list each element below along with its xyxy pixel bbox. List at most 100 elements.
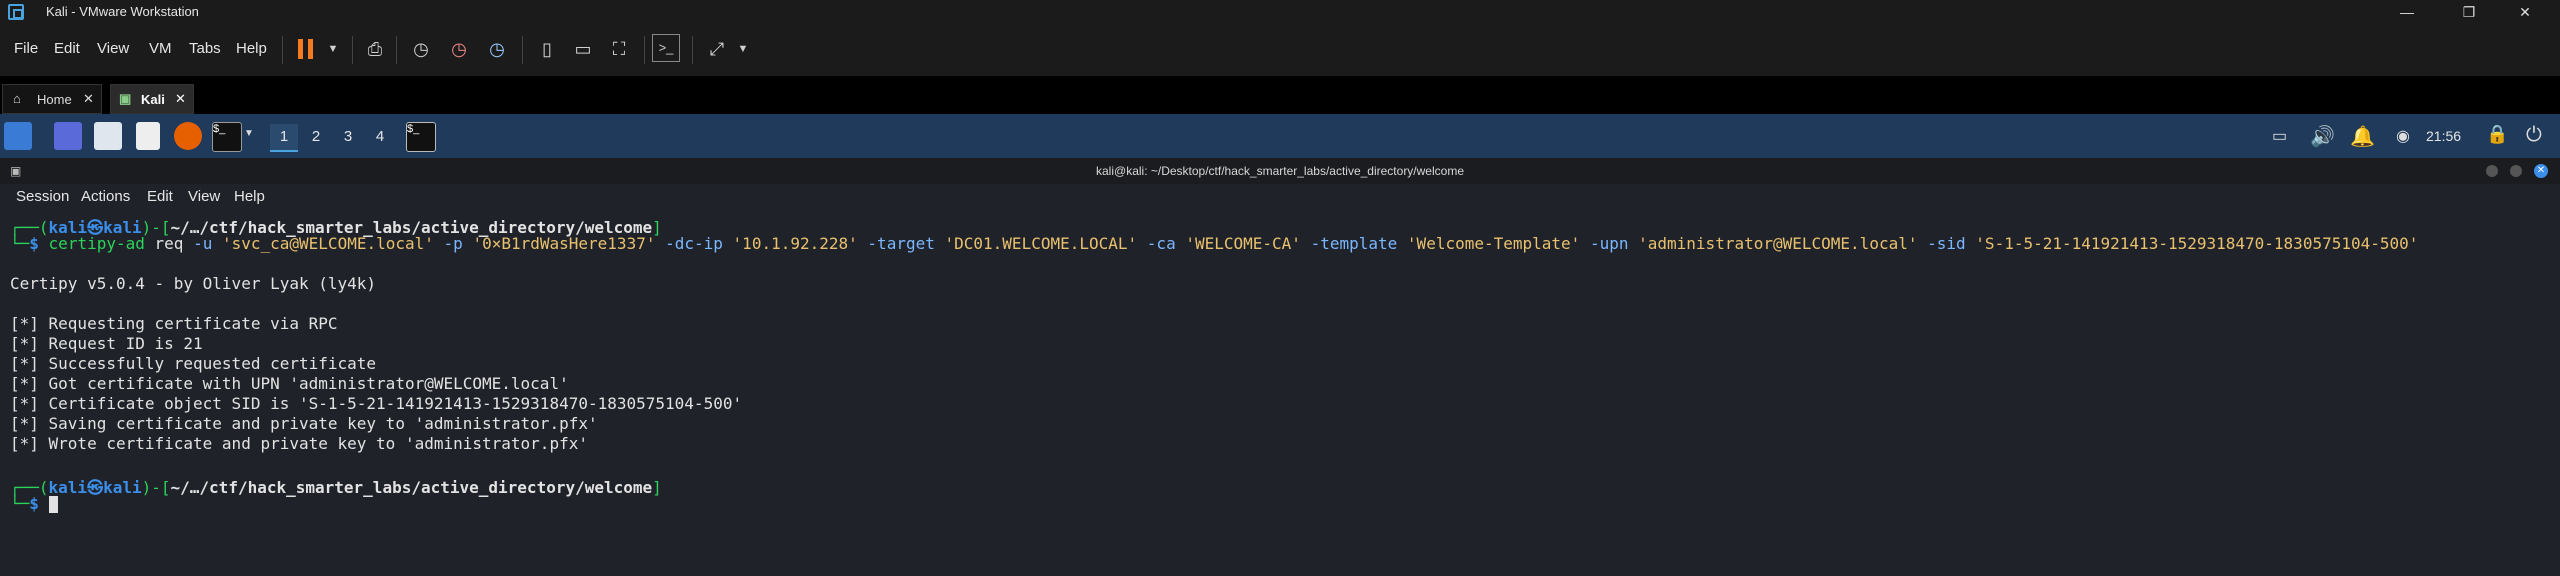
prompt-at: ㉿ xyxy=(87,478,104,497)
arg-flag: -target xyxy=(867,234,935,253)
workspace-3[interactable]: 3 xyxy=(334,124,362,150)
tab-label: Home xyxy=(37,92,72,107)
menu-tabs[interactable]: Tabs xyxy=(189,40,221,57)
output-line: [*] Requesting certificate via RPC xyxy=(10,314,338,333)
revert-snapshot-icon[interactable]: ◷ xyxy=(444,34,474,64)
prompt-path: ~/…/ctf/hack_smarter_labs/active_directo… xyxy=(170,478,653,497)
arg-flag: -p xyxy=(443,234,463,253)
menu-vm[interactable]: VM xyxy=(149,40,172,57)
command-sub: req xyxy=(154,234,184,253)
close-dot-icon[interactable]: ✕ xyxy=(2534,164,2548,178)
menu-view[interactable]: View xyxy=(97,40,129,57)
minimize-dot-icon[interactable] xyxy=(2486,165,2498,177)
terminal-menubar: Session Actions Edit View Help xyxy=(0,184,2560,208)
tab-kali[interactable]: ▣ Kali ✕ xyxy=(110,84,194,114)
vmware-menubar: File Edit View VM Tabs Help ▼ ⎙ ◷ ◷ ◷ ▯ … xyxy=(0,24,2560,76)
toolbar-separator xyxy=(396,36,397,64)
snapshot-manager-icon[interactable]: ◷ xyxy=(482,34,512,64)
terminal-title-bar: ▣ kali@kali: ~/Desktop/ctf/hack_smarter_… xyxy=(0,158,2560,184)
toolbar-separator xyxy=(644,36,645,64)
tab-label: Kali xyxy=(141,92,165,107)
output-line: [*] Got certificate with UPN 'administra… xyxy=(10,374,569,393)
terminal-app-icon: ▣ xyxy=(10,164,22,178)
prompt-symbol: $ xyxy=(29,494,39,513)
notification-bell-icon[interactable]: 🔔 xyxy=(2350,124,2375,149)
workspace-4[interactable]: 4 xyxy=(366,124,394,150)
vm-icon: ▣ xyxy=(119,91,132,106)
vm-tab-bar: ⌂ Home ✕ ▣ Kali ✕ xyxy=(0,84,2560,114)
arg-value: '0×B1rdWasHere1337' xyxy=(472,234,656,253)
window-icon[interactable]: ▭ xyxy=(2272,126,2287,146)
output-line: [*] Wrote certificate and private key to… xyxy=(10,434,588,453)
network-icon[interactable]: ◉ xyxy=(2396,126,2410,146)
prompt-line: ┌──(kali㉿kali)-[~/…/ctf/hack_smarter_lab… xyxy=(10,478,662,497)
terminal-title: kali@kali: ~/Desktop/ctf/hack_smarter_la… xyxy=(1096,164,1464,178)
toolbar-separator xyxy=(352,36,353,64)
panel-clock[interactable]: 21:56 xyxy=(2426,128,2461,144)
arg-value: 'administrator@WELCOME.local' xyxy=(1638,234,1918,253)
command-tool: certipy-ad xyxy=(48,234,145,253)
menu-help[interactable]: Help xyxy=(234,188,265,205)
toolbar-separator xyxy=(282,36,283,64)
arg-value: 'S-1-5-21-141921413-1529318470-183057510… xyxy=(1975,234,2419,253)
workspace-1[interactable]: 1 xyxy=(270,124,298,152)
prompt-symbol: $ xyxy=(29,234,39,253)
menu-help[interactable]: Help xyxy=(236,40,267,57)
arg-value: 'svc_ca@WELCOME.local' xyxy=(221,234,434,253)
window-title: Kali - VMware Workstation xyxy=(46,4,199,19)
thumbnail-icon[interactable]: ▭ xyxy=(568,34,598,64)
home-icon: ⌂ xyxy=(13,91,21,106)
output-line: [*] Request ID is 21 xyxy=(10,334,203,353)
menu-edit[interactable]: Edit xyxy=(54,40,80,57)
show-desktop-icon[interactable] xyxy=(54,122,82,150)
volume-icon[interactable]: 🔊 xyxy=(2310,124,2335,149)
firefox-icon[interactable] xyxy=(174,122,202,150)
terminal-output[interactable]: ┌──(kali㉿kali)-[~/…/ctf/hack_smarter_lab… xyxy=(0,208,2560,576)
arg-flag: -upn xyxy=(1589,234,1629,253)
arg-flag: -dc-ip xyxy=(665,234,723,253)
arg-flag: -u xyxy=(193,234,213,253)
power-icon[interactable]: ⏻ xyxy=(2526,124,2542,147)
arg-flag: -ca xyxy=(1146,234,1176,253)
menu-session[interactable]: Session xyxy=(16,188,69,205)
file-manager-icon[interactable] xyxy=(94,122,122,150)
arg-value: '10.1.92.228' xyxy=(732,234,858,253)
text-editor-icon[interactable] xyxy=(136,122,160,150)
minimize-icon[interactable]: — xyxy=(2384,1,2430,23)
terminal-launcher-icon[interactable]: $_ xyxy=(212,122,242,152)
full-screen-icon[interactable]: ⛶ xyxy=(604,34,634,64)
kali-top-panel: $_ ▼ 1 2 3 4 $_ ▭ 🔊 🔔 ◉ 21:56 🔒 ⏻ xyxy=(0,114,2560,158)
console-view-icon[interactable]: >_ xyxy=(652,34,680,62)
snapshot-icon[interactable]: ◷ xyxy=(406,34,436,64)
close-tab-icon[interactable]: ✕ xyxy=(83,91,94,107)
chevron-down-icon[interactable]: ▼ xyxy=(244,128,254,139)
arg-flag: -template xyxy=(1310,234,1398,253)
library-icon[interactable]: ▯ xyxy=(532,34,562,64)
pause-icon[interactable] xyxy=(298,39,316,59)
close-tab-icon[interactable]: ✕ xyxy=(175,91,186,107)
lock-icon[interactable]: 🔒 xyxy=(2486,124,2508,145)
menu-view[interactable]: View xyxy=(188,188,220,205)
arg-flag: -sid xyxy=(1927,234,1966,253)
menu-file[interactable]: File xyxy=(14,40,38,57)
input-line[interactable]: └─$ xyxy=(10,494,58,513)
output-line: [*] Certificate object SID is 'S-1-5-21-… xyxy=(10,394,743,413)
menu-edit[interactable]: Edit xyxy=(147,188,173,205)
menu-actions[interactable]: Actions xyxy=(81,188,130,205)
maximize-dot-icon[interactable] xyxy=(2510,165,2522,177)
kali-menu-icon[interactable] xyxy=(4,122,32,150)
tab-home[interactable]: ⌂ Home ✕ xyxy=(2,84,102,114)
prompt-host: kali xyxy=(103,478,142,497)
maximize-icon[interactable]: ❐ xyxy=(2446,1,2492,23)
terminal-task-icon[interactable]: $_ xyxy=(406,122,436,152)
vmware-title-bar: Kali - VMware Workstation — ❐ ✕ xyxy=(0,0,2560,24)
toolbar-separator xyxy=(692,36,693,64)
chevron-down-icon[interactable]: ▼ xyxy=(318,34,348,64)
divider xyxy=(0,76,2560,84)
send-keys-icon[interactable]: ⎙ xyxy=(360,34,390,64)
output-line: [*] Successfully requested certificate xyxy=(10,354,377,373)
output-line: [*] Saving certificate and private key t… xyxy=(10,414,598,433)
workspace-2[interactable]: 2 xyxy=(302,124,330,150)
close-icon[interactable]: ✕ xyxy=(2502,1,2548,23)
chevron-down-icon[interactable]: ▼ xyxy=(728,34,758,64)
